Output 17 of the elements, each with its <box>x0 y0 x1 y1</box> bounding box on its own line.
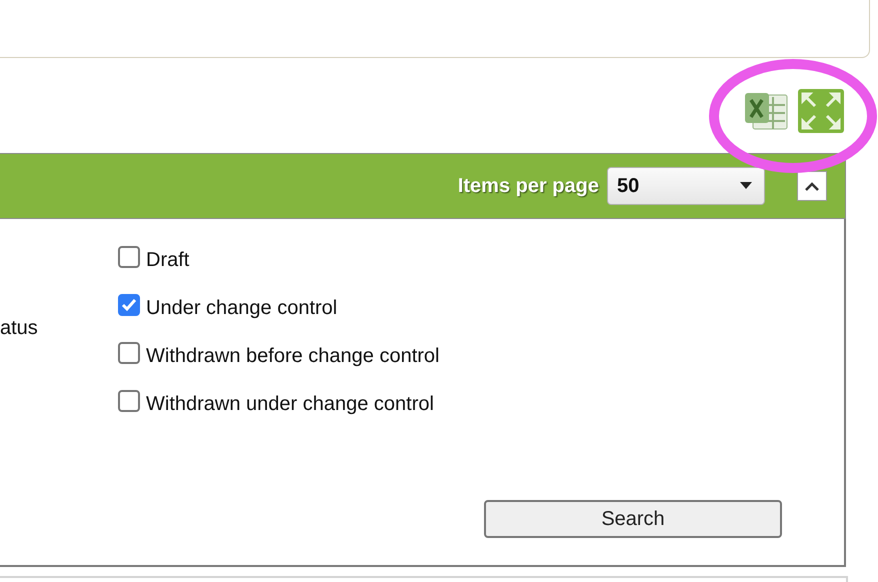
field-label: atus <box>0 316 39 340</box>
checkbox[interactable] <box>118 246 140 268</box>
items-per-page-select[interactable]: 50 <box>607 167 765 205</box>
checkbox[interactable] <box>118 294 140 316</box>
checkbox-label: Draft <box>146 248 190 272</box>
checkbox-label: Withdrawn under change control <box>146 392 434 416</box>
checkbox-label: Withdrawn before change control <box>146 344 440 368</box>
checkmark-icon <box>120 297 138 313</box>
checkbox[interactable] <box>118 390 140 412</box>
chevron-up-icon <box>804 181 820 191</box>
expand-icon[interactable] <box>797 88 845 134</box>
collapse-button[interactable] <box>797 171 827 201</box>
checkbox-label: Under change control <box>146 296 338 320</box>
items-per-page-label: Items per page <box>458 174 599 198</box>
search-button[interactable]: Search <box>484 500 782 538</box>
caret-icon <box>740 182 752 190</box>
checkbox[interactable] <box>118 342 140 364</box>
